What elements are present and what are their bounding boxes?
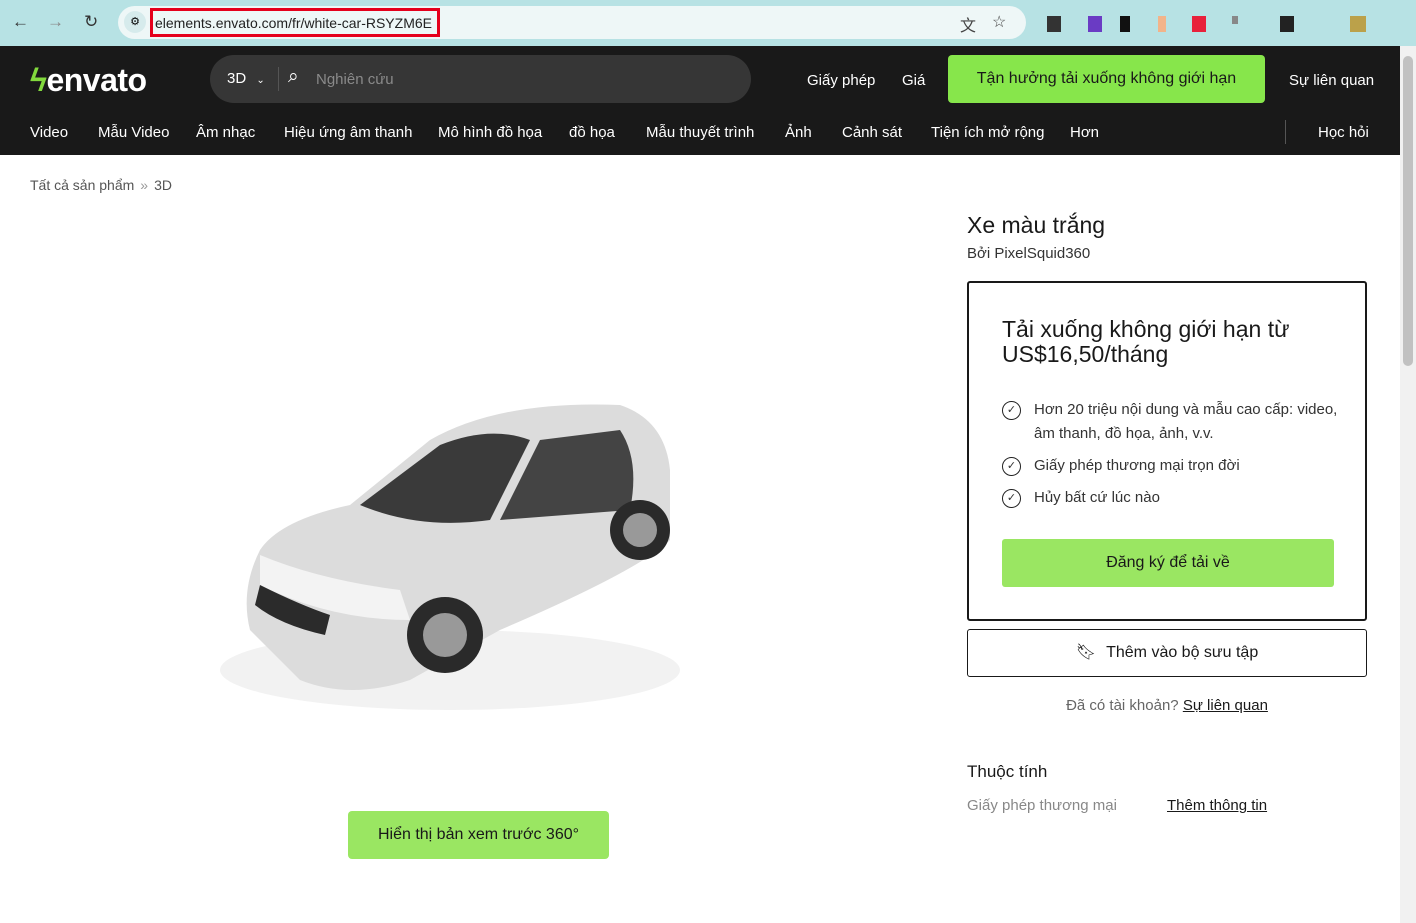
extension-icon[interactable] <box>1120 16 1130 32</box>
logo-text: envato <box>46 62 147 98</box>
scrollbar-thumb[interactable] <box>1403 56 1413 366</box>
category-graphics[interactable]: đồ họa <box>569 124 615 141</box>
breadcrumb-separator: » <box>140 177 149 193</box>
license-type: Giấy phép thương mại <box>967 797 1117 814</box>
category-graphic-templates[interactable]: Mô hình đồ họa <box>438 124 542 141</box>
category-presentation-templates[interactable]: Mẫu thuyết trình <box>646 124 754 141</box>
search-icon[interactable]: ⌕ <box>288 66 299 88</box>
breadcrumb-all-products[interactable]: Tất cả sản phẩm <box>30 177 134 193</box>
divider <box>1285 120 1286 144</box>
account-prompt: Đã có tài khoản? Sự liên quan <box>967 697 1367 714</box>
search-input[interactable] <box>316 67 716 91</box>
back-icon[interactable]: ← <box>12 12 29 32</box>
category-video-templates[interactable]: Mẫu Video <box>98 124 169 141</box>
breadcrumb-3d[interactable]: 3D <box>154 177 172 193</box>
learn-link[interactable]: Học hỏi <box>1318 124 1369 141</box>
breadcrumb: Tất cả sản phẩm » 3D <box>30 177 172 193</box>
leaf-icon: ϟ <box>30 62 47 98</box>
extension-icon[interactable] <box>1047 16 1061 32</box>
divider <box>278 67 279 91</box>
extension-icon[interactable] <box>1280 16 1294 32</box>
product-author[interactable]: Bởi PixelSquid360 <box>967 245 1090 262</box>
sign-in-link[interactable]: Sự liên quan <box>1183 697 1268 714</box>
subscription-box: Tải xuống không giới hạn từ US$16,50/thá… <box>967 281 1367 621</box>
category-select[interactable]: 3D ⌄ <box>227 70 265 87</box>
feature-item: ✓ Hơn 20 triệu nội dung và mẫu cao cấp: v… <box>1002 398 1342 446</box>
site-header: ϟenvato 3D ⌄ ⌕ Giấy phép Giá Tận hưởng t… <box>0 46 1400 155</box>
category-label: 3D <box>227 70 247 87</box>
nav-pricing[interactable]: Giá <box>902 72 925 89</box>
extension-icon[interactable] <box>1232 16 1238 24</box>
feature-item: ✓ Giấy phép thương mại trọn đời <box>1002 454 1342 478</box>
signup-download-button[interactable]: Đăng ký để tải về <box>1002 539 1334 587</box>
check-circle-icon: ✓ <box>1002 489 1021 508</box>
feature-text: Hủy bất cứ lúc nào <box>1034 489 1160 506</box>
site-info-icon[interactable]: ⚙ <box>124 11 146 33</box>
category-stock[interactable]: Cảnh sát <box>842 124 902 141</box>
category-more[interactable]: Hơn <box>1070 124 1099 141</box>
feature-text: Hơn 20 triệu nội dung và mẫu cao cấp: vi… <box>1034 401 1338 442</box>
check-circle-icon: ✓ <box>1002 457 1021 476</box>
forward-icon[interactable]: → <box>47 12 64 32</box>
collection-label: Thêm vào bộ sưu tập <box>1106 644 1259 661</box>
address-bar[interactable]: ⚙ elements.envato.com/fr/white-car-RSYZM… <box>118 6 1026 39</box>
extension-icon[interactable] <box>1192 16 1206 32</box>
car-preview-image <box>220 404 680 710</box>
nav-license[interactable]: Giấy phép <box>807 72 875 89</box>
envato-logo[interactable]: ϟenvato <box>30 62 147 99</box>
add-to-collection-button[interactable]: 🔖︎ Thêm vào bộ sưu tập <box>967 629 1367 677</box>
category-addons[interactable]: Tiện ích mở rộng <box>931 124 1045 141</box>
account-question: Đã có tài khoản? <box>1066 697 1179 714</box>
scrollbar[interactable] <box>1400 46 1416 923</box>
bookmark-icon: 🔖︎ <box>1075 644 1097 661</box>
category-music[interactable]: Âm nhạc <box>196 124 255 141</box>
chevron-down-icon: ⌄ <box>256 75 265 86</box>
profile-icon[interactable] <box>1350 16 1366 32</box>
browser-toolbar: ← → ↻ ⚙ elements.envato.com/fr/white-car… <box>0 0 1416 46</box>
unlimited-download-button[interactable]: Tận hưởng tải xuống không giới hạn <box>948 55 1265 103</box>
extension-icon[interactable] <box>1158 16 1166 32</box>
bookmark-star-icon[interactable]: ☆ <box>992 12 1006 32</box>
feature-text: Giấy phép thương mại trọn đời <box>1034 457 1240 474</box>
product-title: Xe màu trắng <box>967 212 1106 238</box>
more-info-link[interactable]: Thêm thông tin <box>1167 797 1267 814</box>
category-video[interactable]: Video <box>30 124 68 141</box>
reload-icon[interactable]: ↻ <box>84 12 98 32</box>
attributes-heading: Thuộc tính <box>967 762 1048 781</box>
sign-in-link[interactable]: Sự liên quan <box>1289 72 1374 89</box>
url-text[interactable]: elements.envato.com/fr/white-car-RSYZM6E <box>150 8 440 37</box>
subscription-heading: Tải xuống không giới hạn từ US$16,50/thá… <box>1002 316 1290 367</box>
feature-item: ✓ Hủy bất cứ lúc nào <box>1002 486 1342 510</box>
extension-icon[interactable] <box>1088 16 1102 32</box>
search-bar: 3D ⌄ ⌕ <box>210 55 751 103</box>
translate-icon[interactable]: 文 <box>960 12 976 36</box>
category-photos[interactable]: Ảnh <box>785 124 812 141</box>
check-circle-icon: ✓ <box>1002 401 1021 420</box>
360-preview-button[interactable]: Hiển thị bản xem trước 360° <box>348 811 609 859</box>
category-sound-effects[interactable]: Hiệu ứng âm thanh <box>284 124 412 141</box>
